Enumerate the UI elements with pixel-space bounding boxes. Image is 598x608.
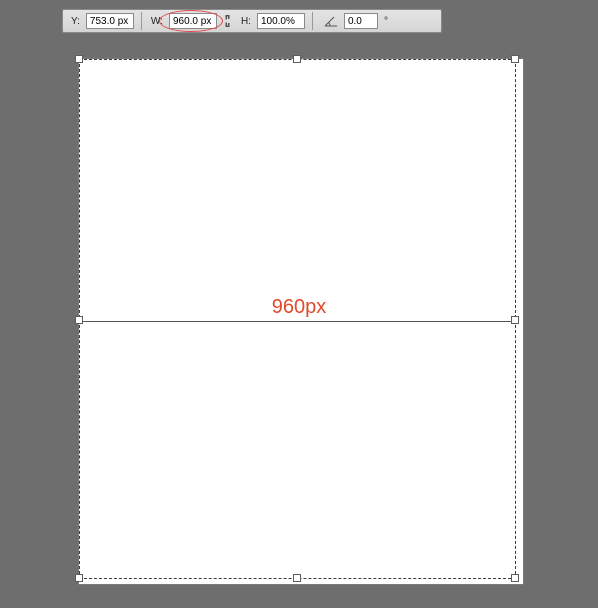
transform-handle-middle-right[interactable]: [511, 316, 519, 324]
separator: [312, 12, 313, 30]
h-label: H:: [241, 16, 251, 27]
transform-handle-bottom-right[interactable]: [511, 574, 519, 582]
link-aspect-icon[interactable]: [221, 13, 235, 29]
transform-handle-bottom-left[interactable]: [75, 574, 83, 582]
width-guide-line: [80, 321, 515, 322]
y-input[interactable]: [86, 13, 134, 29]
separator: [141, 12, 142, 30]
transform-options-bar: Y: W: H: °: [62, 9, 442, 33]
transform-handle-top-left[interactable]: [75, 55, 83, 63]
w-input[interactable]: [169, 13, 217, 29]
w-field-wrap: [169, 13, 217, 29]
transform-handle-top-right[interactable]: [511, 55, 519, 63]
angle-input[interactable]: [344, 13, 378, 29]
y-label: Y:: [71, 16, 80, 27]
w-label: W:: [151, 16, 163, 27]
transform-handle-top-middle[interactable]: [293, 55, 301, 63]
transform-handle-middle-left[interactable]: [75, 316, 83, 324]
h-input[interactable]: [257, 13, 305, 29]
transform-handle-bottom-middle[interactable]: [293, 574, 301, 582]
angle-icon: [322, 13, 340, 29]
width-annotation-label: 960px: [0, 296, 598, 319]
angle-unit: °: [384, 16, 388, 27]
